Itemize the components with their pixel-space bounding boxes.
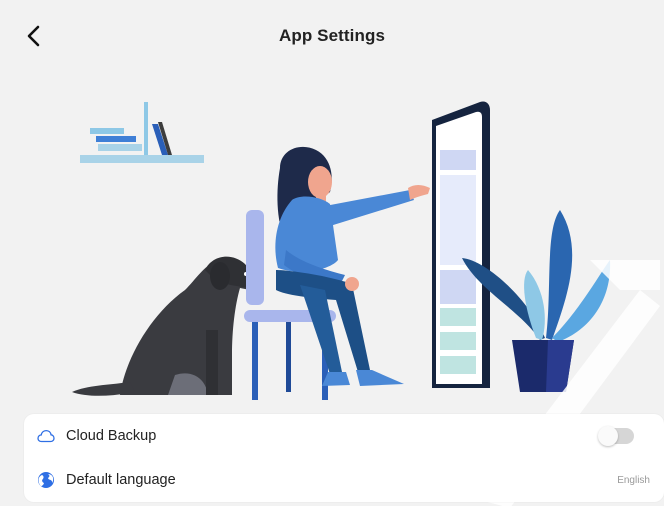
cloud-backup-toggle[interactable] xyxy=(598,426,634,446)
settings-card: Cloud Backup Default language English xyxy=(24,414,664,502)
person-illustration xyxy=(275,146,430,386)
cloud-icon xyxy=(36,426,56,446)
dog-illustration xyxy=(72,256,258,396)
cloud-backup-label: Cloud Backup xyxy=(66,428,157,444)
app-settings-screen: App Settings Cloud Backup Default langua… xyxy=(0,0,664,506)
phone-illustration xyxy=(432,101,490,388)
header: App Settings xyxy=(0,0,664,72)
setting-row-default-language[interactable]: Default language English xyxy=(24,458,664,502)
bookshelf-illustration xyxy=(80,102,204,163)
default-language-value: English xyxy=(617,474,650,486)
toggle-knob xyxy=(598,426,618,446)
settings-illustration xyxy=(72,101,611,400)
page-title: App Settings xyxy=(278,26,386,45)
setting-row-cloud-backup[interactable]: Cloud Backup xyxy=(24,414,664,458)
globe-icon xyxy=(36,470,56,490)
default-language-label: Default language xyxy=(66,472,176,488)
